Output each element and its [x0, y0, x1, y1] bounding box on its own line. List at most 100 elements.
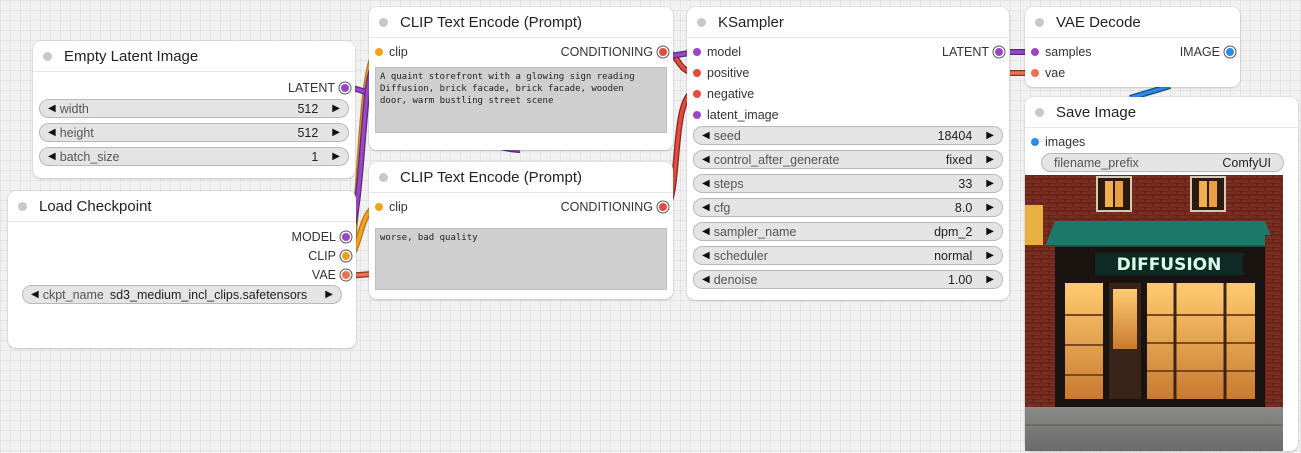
negative-input-dot[interactable]: [693, 90, 701, 98]
steps-widget[interactable]: ◀ steps 33 ▶: [693, 174, 1003, 193]
denoise-widget[interactable]: ◀ denoise 1.00 ▶: [693, 270, 1003, 289]
images-input[interactable]: images: [1031, 135, 1085, 149]
scheduler-widget[interactable]: ◀ scheduler normal ▶: [693, 246, 1003, 265]
clip-positive-header[interactable]: CLIP Text Encode (Prompt): [369, 7, 673, 38]
conditioning-output-dot[interactable]: [659, 203, 667, 211]
latent-output[interactable]: LATENT: [942, 45, 1003, 59]
model-input-label: model: [707, 45, 742, 59]
clip-input[interactable]: clip: [375, 200, 408, 214]
increment-icon[interactable]: ▶: [986, 178, 994, 189]
filename-prefix-widget[interactable]: filename_prefix ComfyUI: [1041, 153, 1284, 172]
negative-input[interactable]: negative: [693, 87, 754, 101]
decrement-icon[interactable]: ◀: [702, 130, 710, 141]
ksampler-header[interactable]: KSampler: [687, 7, 1009, 38]
positive-input-dot[interactable]: [693, 69, 701, 77]
latent-output-dot[interactable]: [995, 48, 1003, 56]
vae-decode-node[interactable]: VAE Decode samples IMAGE vae: [1025, 7, 1240, 87]
decrement-icon[interactable]: ◀: [31, 289, 39, 300]
node-status-dot: [18, 201, 27, 211]
ckpt-name-value: sd3_medium_incl_clips.safetensors: [109, 287, 308, 302]
save-image-node[interactable]: Save Image images filename_prefix ComfyU…: [1025, 97, 1298, 451]
increment-icon[interactable]: ▶: [986, 250, 994, 261]
increment-icon[interactable]: ▶: [986, 154, 994, 165]
model-input-dot[interactable]: [693, 48, 701, 56]
vae-output-dot[interactable]: [342, 271, 350, 279]
samples-input-dot[interactable]: [1031, 48, 1039, 56]
model-input[interactable]: model: [693, 45, 741, 59]
control-after-generate-widget[interactable]: ◀ control_after_generate fixed ▶: [693, 150, 1003, 169]
decrement-icon[interactable]: ◀: [702, 274, 710, 285]
node-status-dot: [1035, 107, 1044, 117]
samples-input-label: samples: [1045, 45, 1092, 59]
vae-decode-header[interactable]: VAE Decode: [1025, 7, 1240, 38]
batch-size-widget[interactable]: ◀ batch_size 1 ▶: [39, 147, 349, 166]
increment-icon[interactable]: ▶: [332, 151, 340, 162]
images-input-dot[interactable]: [1031, 138, 1039, 146]
cfg-widget[interactable]: ◀ cfg 8.0 ▶: [693, 198, 1003, 217]
decrement-icon[interactable]: ◀: [702, 226, 710, 237]
model-output-label: MODEL: [291, 230, 336, 244]
decrement-icon[interactable]: ◀: [702, 154, 710, 165]
samples-input[interactable]: samples: [1031, 45, 1092, 59]
latent-output[interactable]: LATENT: [288, 81, 349, 95]
ckpt-name-widget[interactable]: ◀ ckpt_name sd3_medium_incl_clips.safete…: [22, 285, 342, 304]
vae-decode-title: VAE Decode: [1056, 13, 1141, 31]
empty-latent-title: Empty Latent Image: [64, 47, 199, 65]
latent-image-input[interactable]: latent_image: [693, 108, 779, 122]
increment-icon[interactable]: ▶: [332, 127, 340, 138]
image-output-dot[interactable]: [1226, 48, 1234, 56]
latent-image-input-dot[interactable]: [693, 111, 701, 119]
generated-image-preview[interactable]: DIFFUSION: [1025, 175, 1283, 451]
increment-icon[interactable]: ▶: [986, 226, 994, 237]
clip-negative-header[interactable]: CLIP Text Encode (Prompt): [369, 162, 673, 193]
decrement-icon[interactable]: ◀: [702, 202, 710, 213]
conditioning-output-dot[interactable]: [659, 48, 667, 56]
sampler-name-widget[interactable]: ◀ sampler_name dpm_2 ▶: [693, 222, 1003, 241]
increment-icon[interactable]: ▶: [986, 202, 994, 213]
height-label: height: [59, 125, 94, 140]
model-output-dot[interactable]: [342, 233, 350, 241]
decrement-icon[interactable]: ◀: [702, 250, 710, 261]
vae-output[interactable]: VAE: [312, 268, 350, 282]
clip-output-dot[interactable]: [342, 252, 350, 260]
model-output[interactable]: MODEL: [292, 230, 350, 244]
empty-latent-node[interactable]: Empty Latent Image LATENT ◀ width 512 ▶ …: [33, 41, 355, 178]
conditioning-output[interactable]: CONDITIONING: [561, 200, 667, 214]
increment-icon[interactable]: ▶: [332, 103, 340, 114]
load-checkpoint-node[interactable]: Load Checkpoint MODEL CLIP VAE ◀ ckpt_na…: [8, 191, 356, 348]
clip-output[interactable]: CLIP: [308, 249, 350, 263]
vae-input[interactable]: vae: [1031, 66, 1065, 80]
image-output[interactable]: IMAGE: [1180, 45, 1234, 59]
width-widget[interactable]: ◀ width 512 ▶: [39, 99, 349, 118]
decrement-icon[interactable]: ◀: [48, 103, 56, 114]
width-value: 512: [297, 101, 319, 116]
clip-text-encode-positive-node[interactable]: CLIP Text Encode (Prompt) clip CONDITION…: [369, 7, 673, 150]
cfg-label: cfg: [713, 200, 731, 215]
seed-widget[interactable]: ◀ seed 18404 ▶: [693, 126, 1003, 145]
decrement-icon[interactable]: ◀: [702, 178, 710, 189]
ksampler-node[interactable]: KSampler model LATENT positive negative …: [687, 7, 1009, 300]
increment-icon[interactable]: ▶: [325, 289, 333, 300]
steps-value: 33: [958, 176, 973, 191]
clip-text-encode-negative-node[interactable]: CLIP Text Encode (Prompt) clip CONDITION…: [369, 162, 673, 299]
latent-output-dot[interactable]: [341, 84, 349, 92]
clip-input-dot[interactable]: [375, 48, 383, 56]
clip-input[interactable]: clip: [375, 45, 408, 59]
height-widget[interactable]: ◀ height 512 ▶: [39, 123, 349, 142]
positive-prompt-textarea[interactable]: A quaint storefront with a glowing sign …: [375, 67, 667, 133]
save-image-header[interactable]: Save Image: [1025, 97, 1298, 128]
decrement-icon[interactable]: ◀: [48, 127, 56, 138]
decrement-icon[interactable]: ◀: [48, 151, 56, 162]
negative-prompt-textarea[interactable]: worse, bad quality: [375, 228, 667, 290]
vae-input-dot[interactable]: [1031, 69, 1039, 77]
conditioning-output[interactable]: CONDITIONING: [561, 45, 667, 59]
positive-input[interactable]: positive: [693, 66, 749, 80]
load-checkpoint-header[interactable]: Load Checkpoint: [8, 191, 356, 222]
conditioning-output-label: CONDITIONING: [560, 45, 653, 59]
increment-icon[interactable]: ▶: [986, 274, 994, 285]
clip-input-dot[interactable]: [375, 203, 383, 211]
increment-icon[interactable]: ▶: [986, 130, 994, 141]
cfg-value: 8.0: [954, 200, 973, 215]
denoise-label: denoise: [713, 272, 758, 287]
empty-latent-header[interactable]: Empty Latent Image: [33, 41, 355, 72]
